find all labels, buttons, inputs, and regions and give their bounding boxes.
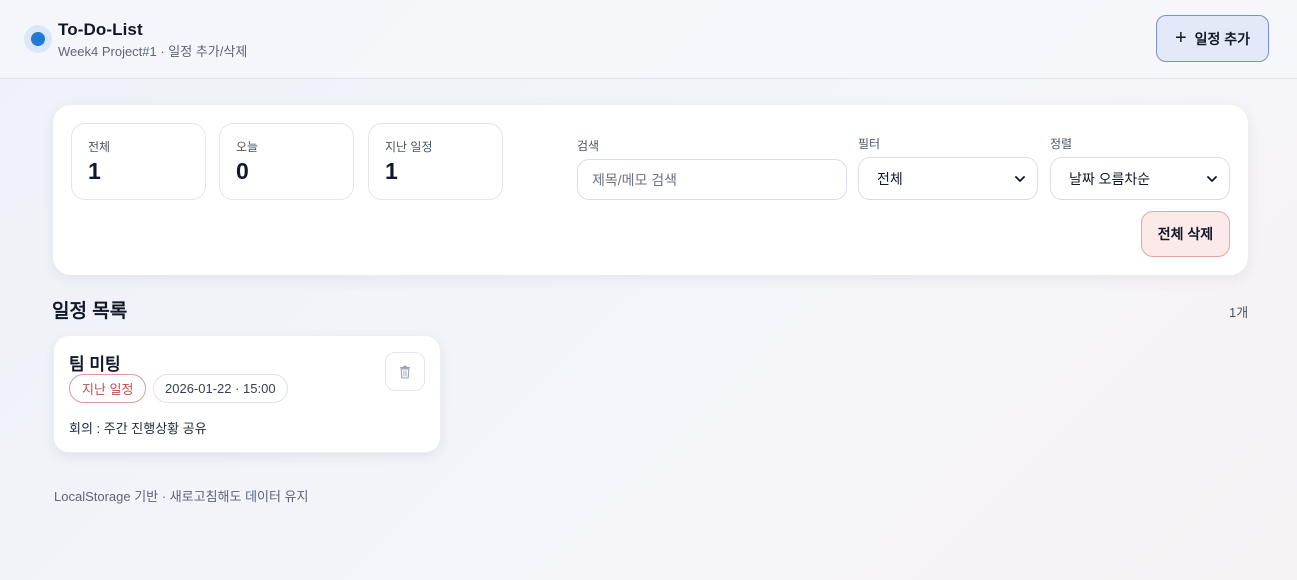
- filter-select[interactable]: 전체: [858, 157, 1038, 200]
- search-label: 검색: [577, 139, 600, 153]
- search-input[interactable]: [577, 159, 847, 200]
- filter-label: 필터: [858, 137, 881, 151]
- todo-memo: 회의 : 주간 진행상황 공유: [69, 421, 207, 436]
- todo-title: 팀 미팅: [69, 355, 121, 374]
- trash-icon: [400, 365, 410, 379]
- stat-label: 지난 일정: [385, 140, 433, 154]
- add-schedule-label: 일정 추가: [1194, 30, 1251, 47]
- brand-dot-icon: [24, 25, 52, 53]
- list-title: 일정 목록: [52, 301, 128, 322]
- filter-selected: 전체: [877, 170, 903, 187]
- chevron-down-icon: [1207, 176, 1217, 182]
- sort-label: 정렬: [1050, 137, 1073, 151]
- sort-select[interactable]: 날짜 오름차순: [1050, 157, 1230, 200]
- delete-item-button[interactable]: [385, 352, 425, 391]
- stat-value: 1: [88, 158, 101, 184]
- chevron-down-icon: [1015, 176, 1025, 182]
- app-subtitle: Week4 Project#1 · 일정 추가/삭제: [58, 44, 248, 59]
- stat-label: 오늘: [236, 140, 259, 154]
- status-badge: 지난 일정: [69, 374, 147, 403]
- datetime-badge: 2026-01-22 · 15:00: [153, 374, 288, 403]
- stat-value: 1: [385, 158, 398, 184]
- todo-card: 팀 미팅 지난 일정 2026-01-22 · 15:00 회의 : 주간 진행…: [53, 335, 441, 453]
- control-panel: 전체 1 오늘 0 지난 일정 1 검색 필터 전체 정렬 날짜 오름차순 전체…: [53, 105, 1248, 275]
- add-schedule-button[interactable]: + 일정 추가: [1156, 15, 1269, 62]
- stat-card-total: 전체 1: [71, 123, 206, 200]
- list-count: 1개: [1229, 305, 1249, 320]
- plus-icon: +: [1174, 26, 1187, 49]
- delete-all-button[interactable]: 전체 삭제: [1141, 211, 1230, 257]
- app-header: To-Do-List Week4 Project#1 · 일정 추가/삭제 + …: [0, 0, 1297, 79]
- stat-card-overdue: 지난 일정 1: [368, 123, 503, 200]
- app-title: To-Do-List: [58, 20, 143, 39]
- stat-card-today: 오늘 0: [219, 123, 354, 200]
- stat-label: 전체: [88, 140, 111, 154]
- stat-value: 0: [236, 158, 249, 184]
- sort-selected: 날짜 오름차순: [1069, 170, 1151, 187]
- footer-note: LocalStorage 기반 · 새로고침해도 데이터 유지: [54, 489, 309, 504]
